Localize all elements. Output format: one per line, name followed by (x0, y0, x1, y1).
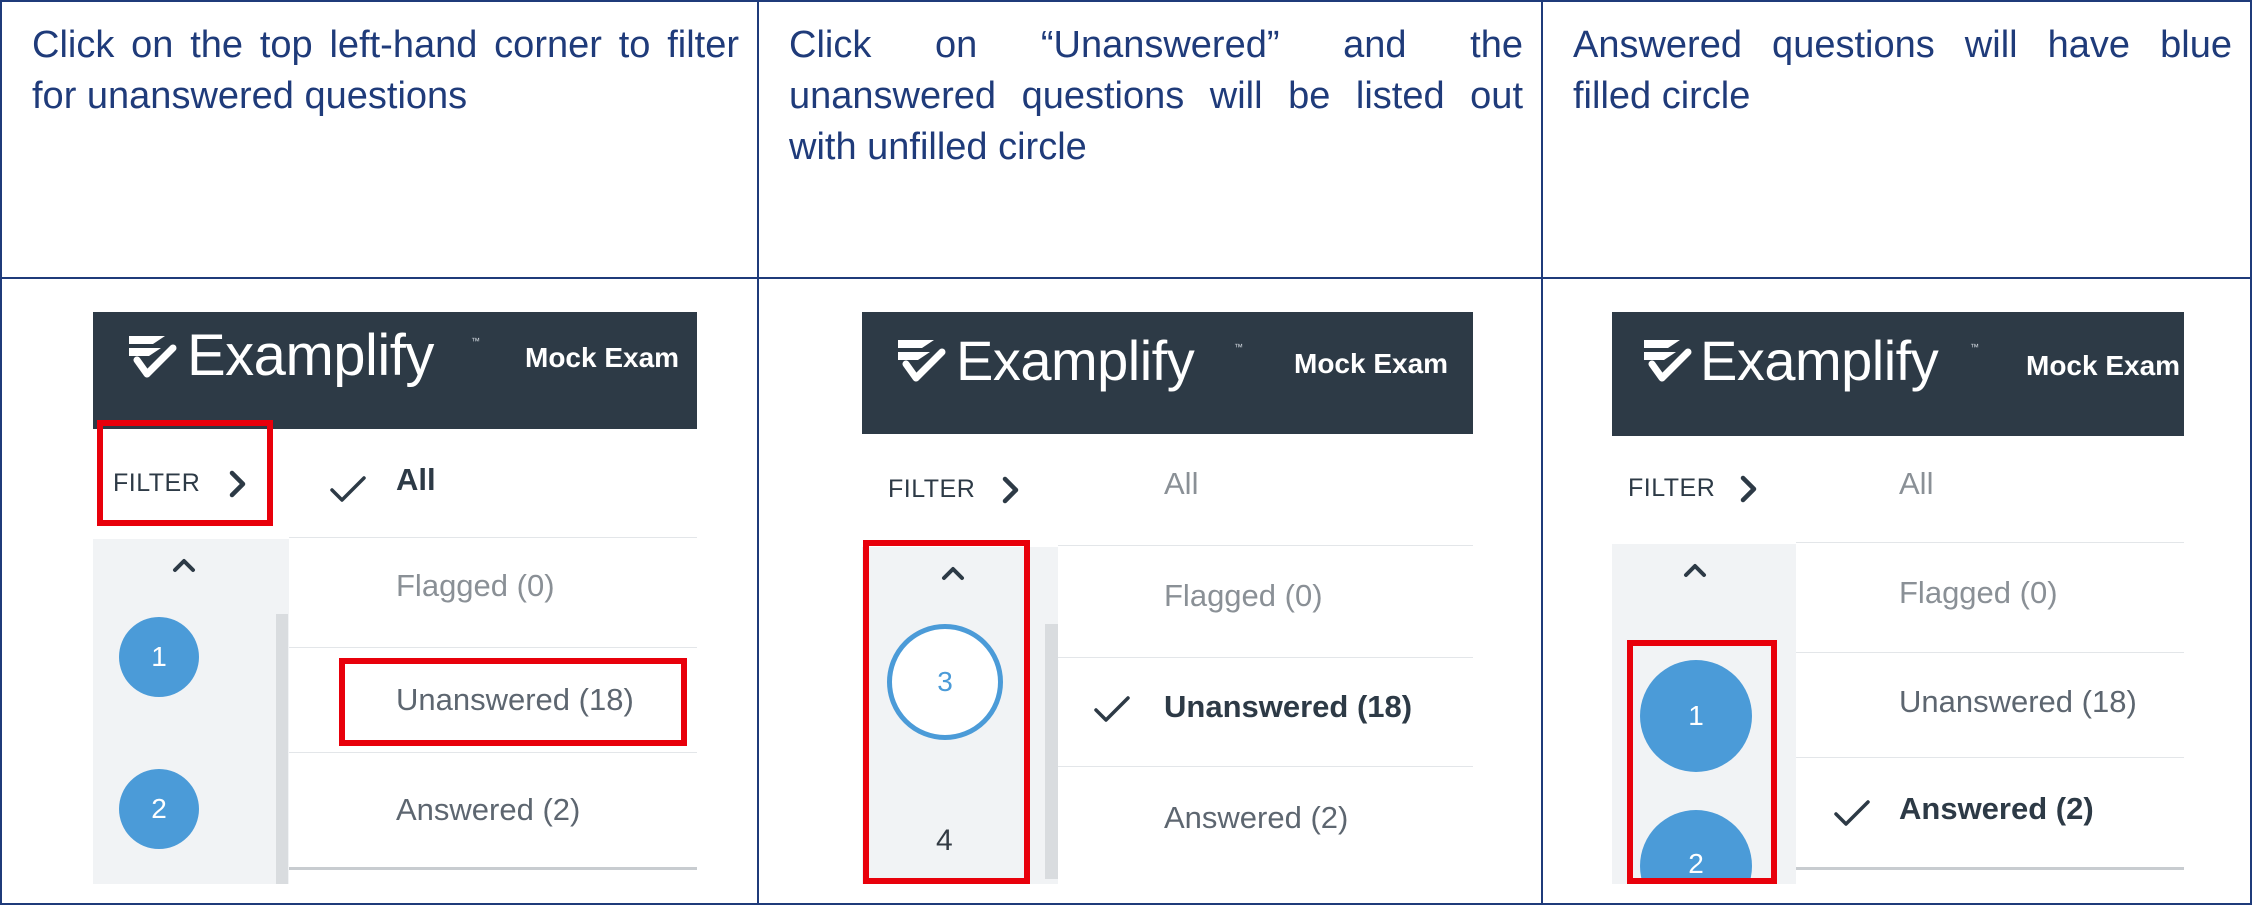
highlight-filter (97, 420, 273, 526)
filter-option-flagged[interactable]: Flagged (0) (396, 568, 555, 604)
app-brand: Examplify (1700, 329, 1939, 392)
divider (1058, 766, 1473, 767)
trademark: ™ (1234, 342, 1243, 352)
checkmark-icon (1094, 696, 1130, 722)
highlight-question-list (863, 540, 1030, 884)
instruction-cell-1: Click on the top left-hand corner to fil… (0, 0, 759, 279)
trademark: ™ (1970, 342, 1979, 352)
exam-title: Mock Exam (1294, 348, 1449, 379)
app-brand: Examplify (187, 323, 434, 388)
instruction-table: Click on the top left-hand corner to fil… (0, 0, 2252, 905)
filter-option-all[interactable]: All (396, 462, 436, 498)
chevron-right-icon (1002, 476, 1019, 504)
checkmark-icon (330, 476, 366, 502)
highlight-unanswered (339, 658, 687, 746)
instruction-text-3: Answered questions will have blue filled… (1573, 24, 2232, 117)
trademark: ™ (471, 336, 480, 346)
app-header: Examplify ™ Mock Exam (862, 312, 1473, 434)
examplify-logo-icon (129, 336, 177, 378)
chevron-right-icon (1740, 475, 1757, 503)
sidebar-scrollbar[interactable] (276, 614, 288, 884)
divider (1796, 542, 2184, 543)
filter-option-unanswered[interactable]: Unanswered (18) (1164, 689, 1412, 725)
filter-option-all[interactable]: All (1899, 466, 1933, 502)
examplify-logo-icon (898, 340, 946, 382)
highlight-answered-questions (1627, 640, 1777, 884)
filter-option-answered[interactable]: Answered (2) (1164, 800, 1348, 836)
instruction-text-1: Click on the top left-hand corner to fil… (32, 24, 739, 117)
instruction-text-2: Click on “Unanswered” and the unanswered… (789, 24, 1523, 168)
filter-button[interactable]: FILTER (1628, 474, 1715, 503)
app-header: Examplify ™ Mock Exam (93, 312, 697, 429)
question-circle-answered[interactable]: 2 (119, 769, 199, 849)
checkmark-icon (1834, 800, 1870, 826)
filter-button[interactable]: FILTER (888, 475, 975, 504)
filter-option-all[interactable]: All (1164, 466, 1198, 502)
instruction-cell-2: Click on “Unanswered” and the unanswered… (757, 0, 1543, 279)
divider (1058, 657, 1473, 658)
app-header: Examplify ™ Mock Exam (1612, 312, 2184, 436)
divider (289, 867, 697, 870)
examplify-screenshot-3: Examplify ™ Mock Exam FILTER 1 2 All Fla… (1612, 312, 2184, 884)
filter-option-unanswered[interactable]: Unanswered (18) (1899, 684, 2137, 720)
exam-title: Mock Exam (2026, 350, 2181, 381)
divider (1796, 757, 2184, 758)
divider (289, 752, 697, 753)
question-circle-answered[interactable]: 1 (119, 617, 199, 697)
divider (289, 647, 697, 648)
examplify-screenshot-1: Examplify ™ Mock Exam FILTER 1 2 All Fla… (93, 312, 697, 884)
examplify-logo-icon (1644, 340, 1692, 382)
divider (1058, 545, 1473, 546)
filter-option-answered[interactable]: Answered (2) (1899, 791, 2094, 827)
instruction-cell-3: Answered questions will have blue filled… (1541, 0, 2252, 279)
filter-option-answered[interactable]: Answered (2) (396, 792, 580, 828)
chevron-up-icon[interactable] (1682, 559, 1708, 579)
examplify-screenshot-2: Examplify ™ Mock Exam FILTER 3 4 All Fla… (862, 312, 1473, 884)
filter-option-flagged[interactable]: Flagged (0) (1164, 578, 1323, 614)
chevron-up-icon[interactable] (171, 554, 197, 574)
filter-option-flagged[interactable]: Flagged (0) (1899, 575, 2058, 611)
divider (289, 537, 697, 538)
sidebar-scrollbar[interactable] (1045, 624, 1058, 879)
exam-title: Mock Exam (525, 342, 680, 373)
divider (1796, 867, 2184, 870)
app-brand: Examplify (956, 329, 1195, 392)
divider (1796, 652, 2184, 653)
